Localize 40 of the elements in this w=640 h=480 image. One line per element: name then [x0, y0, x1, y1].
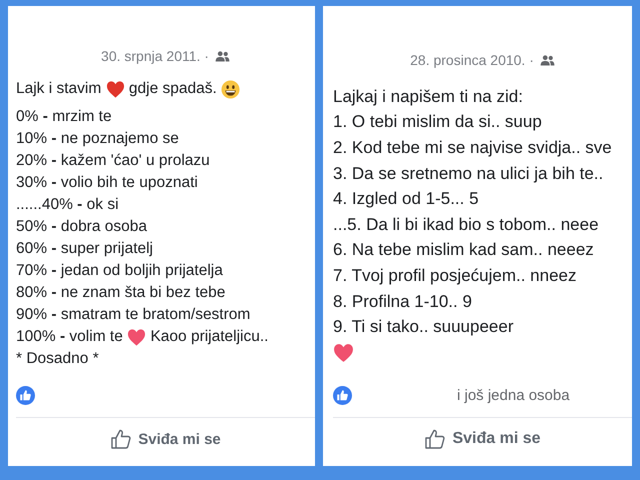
post-text: 3. Da se sretnemo na ulici ja bih te..	[333, 164, 604, 184]
thumbs-up-icon	[110, 428, 132, 450]
post-text: 90% - smatram te bratom/sestrom	[16, 306, 250, 324]
post-text: 7. Tvoj profil posjećujem.. nneez	[333, 266, 576, 286]
post-text: ......40% - ok si	[16, 196, 119, 214]
post-date: 30. srpnja 2011. ·	[101, 48, 209, 64]
post-text: 80% - ne znam šta bi bez tebe	[16, 284, 226, 302]
like-icon	[16, 386, 35, 405]
post-text: 30% - volio bih te upoznati	[16, 174, 198, 192]
smiley-icon	[221, 80, 240, 98]
post-text: Kaoo prijateljicu..	[149, 328, 268, 346]
post-text: 4. Izgled od 1-5... 5	[333, 189, 479, 210]
post-text: ...5. Da li bi ikad bio s tobom.. neee	[333, 214, 599, 235]
thumbs-up-icon	[424, 428, 446, 450]
like-icon	[333, 386, 352, 405]
post-text: 60% - super prijatelj	[16, 240, 154, 258]
post-text: 20% - kažem 'ćao' u prolazu	[16, 152, 210, 170]
post-text: 8. Profilna 1-10.. 9	[333, 292, 472, 312]
heart-icon	[127, 328, 146, 346]
post-text: 70% - jedan od boljih prijatelja	[16, 262, 223, 280]
like-button[interactable]: Sviđa mi se	[104, 426, 227, 452]
post-text: * Dosadno *	[16, 350, 99, 368]
post-text: 1. O tebi mislim da si.. suup	[333, 112, 542, 132]
heart-icon	[333, 342, 354, 363]
like-button[interactable]: Sviđa mi se	[418, 426, 547, 452]
post-text: 50% - dobra osoba	[16, 218, 148, 236]
post-date: 28. prosinca 2010. ·	[410, 52, 534, 68]
people-icon	[214, 50, 230, 62]
post-text: 2. Kod tebe mi se najvise svidja.. sve	[333, 138, 612, 158]
likes-text: i još jedna osoba	[457, 387, 570, 404]
post-text: 10% - ne poznajemo se	[16, 130, 179, 148]
people-icon	[540, 54, 555, 66]
post-text: Lajkaj i napišem ti na zid:	[333, 86, 523, 107]
post-text: 6. Na tebe mislim kad sam.. neeez	[333, 240, 594, 260]
post-text: Lajk i stavim	[16, 80, 102, 98]
post-text: 100% - volim te	[16, 328, 124, 346]
heart-icon	[106, 80, 125, 98]
post-text: 0% - mrzim te	[16, 108, 112, 126]
post-text: 9. Ti si tako.. suuupeeer	[333, 317, 514, 338]
post-text: gdje spadaš.	[128, 80, 218, 98]
